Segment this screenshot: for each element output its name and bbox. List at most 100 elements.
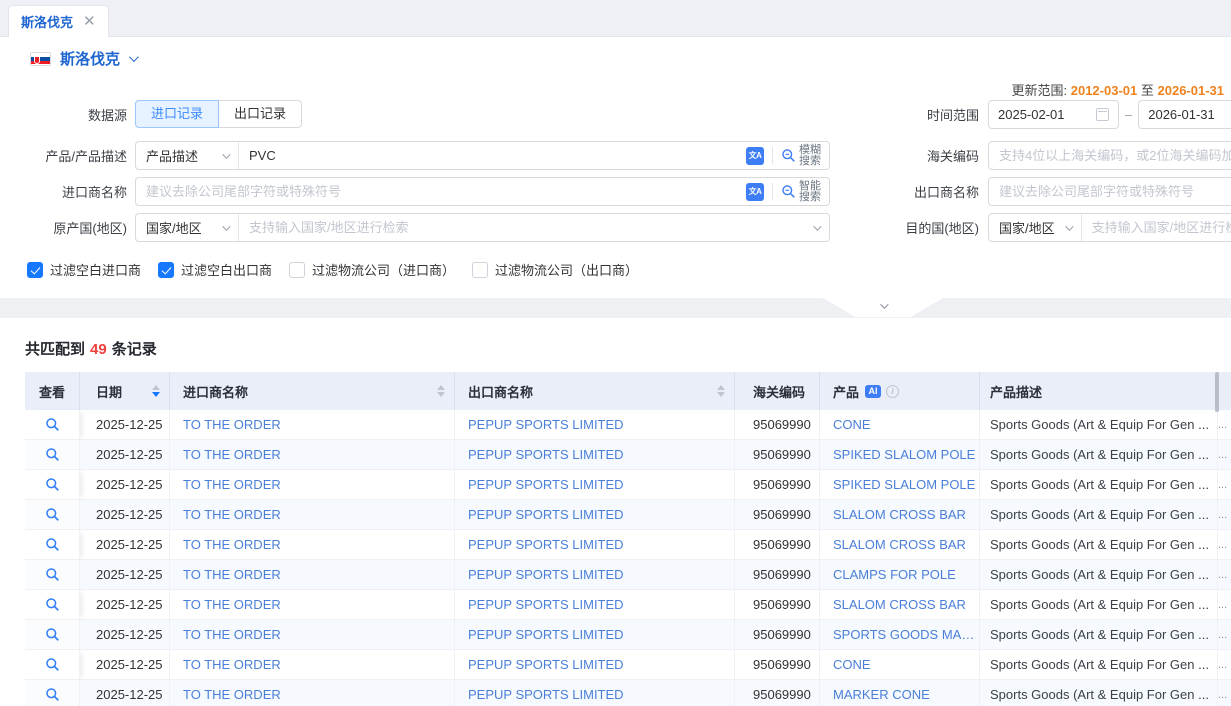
product-input[interactable]: [239, 142, 746, 169]
product-link[interactable]: CLAMPS FOR POLE: [833, 567, 956, 582]
table-row: 2025-12-25 TO THE ORDER PEPUP SPORTS LIM…: [25, 470, 1231, 500]
product-link[interactable]: SPORTS GOODS MAR...: [833, 627, 979, 642]
importer-link[interactable]: TO THE ORDER: [183, 597, 281, 612]
exporter-link[interactable]: PEPUP SPORTS LIMITED: [468, 537, 624, 552]
hs-code-input[interactable]: [988, 141, 1231, 170]
col-header-exporter[interactable]: 出口商名称: [455, 372, 735, 410]
magnifier-icon: [45, 417, 60, 432]
importer-link[interactable]: TO THE ORDER: [183, 687, 281, 702]
panel-separator: [0, 298, 1231, 318]
exporter-link[interactable]: PEPUP SPORTS LIMITED: [468, 447, 624, 462]
exporter-link[interactable]: PEPUP SPORTS LIMITED: [468, 507, 624, 522]
checkbox-icon[interactable]: [158, 262, 174, 278]
view-record-button[interactable]: [25, 620, 80, 650]
end-date-input[interactable]: 2026-01-31: [1138, 100, 1231, 129]
exporter-link[interactable]: PEPUP SPORTS LIMITED: [468, 417, 624, 432]
sort-icon[interactable]: [152, 385, 160, 397]
checkbox-icon[interactable]: [472, 262, 488, 278]
destination-country-input[interactable]: [1082, 214, 1231, 241]
exporter-link[interactable]: PEPUP SPORTS LIMITED: [468, 477, 624, 492]
update-range-end: 2026-01-31: [1158, 83, 1225, 98]
close-icon[interactable]: ✕: [83, 14, 96, 29]
result-prefix: 共匹配到: [25, 341, 85, 358]
importer-input[interactable]: [136, 178, 746, 205]
view-record-button[interactable]: [25, 650, 80, 680]
collapse-panel-button[interactable]: [823, 298, 943, 317]
product-link[interactable]: CONE: [833, 417, 871, 432]
col-header-date[interactable]: 日期: [80, 372, 170, 410]
view-record-button[interactable]: [25, 410, 80, 440]
importer-link[interactable]: TO THE ORDER: [183, 657, 281, 672]
filter-checkbox[interactable]: 过滤空白出口商: [158, 260, 272, 279]
translate-icon[interactable]: 文A: [746, 147, 764, 165]
sort-icon[interactable]: [437, 385, 445, 397]
view-record-button[interactable]: [25, 530, 80, 560]
exporter-link[interactable]: PEPUP SPORTS LIMITED: [468, 597, 624, 612]
date-cell: 2025-12-25: [80, 500, 170, 530]
app-window: 斯洛伐克 ✕ 斯洛伐克 更新范围: 2012-03-01 至 2026-01-3…: [0, 0, 1231, 706]
tab-title: 斯洛伐克: [21, 12, 73, 31]
view-record-button[interactable]: [25, 440, 80, 470]
product-link[interactable]: CONE: [833, 657, 871, 672]
overflow-cell: ...: [1218, 440, 1231, 470]
country-selector[interactable]: 斯洛伐克: [30, 48, 136, 69]
export-records-button[interactable]: 出口记录: [219, 100, 302, 128]
destination-country-select[interactable]: 国家/地区: [989, 214, 1082, 241]
exporter-link[interactable]: PEPUP SPORTS LIMITED: [468, 657, 624, 672]
smart-search-button[interactable]: 智能搜索: [781, 181, 829, 203]
exporter-link[interactable]: PEPUP SPORTS LIMITED: [468, 627, 624, 642]
checkbox-icon[interactable]: [27, 262, 43, 278]
product-link[interactable]: SLALOM CROSS BAR: [833, 537, 966, 552]
fuzzy-search-button[interactable]: 模糊搜索: [781, 145, 829, 167]
import-records-button[interactable]: 进口记录: [135, 100, 219, 128]
importer-link[interactable]: TO THE ORDER: [183, 537, 281, 552]
importer-link[interactable]: TO THE ORDER: [183, 627, 281, 642]
importer-link[interactable]: TO THE ORDER: [183, 567, 281, 582]
search-icon: [781, 148, 796, 163]
product-link[interactable]: SLALOM CROSS BAR: [833, 597, 966, 612]
magnifier-icon: [45, 477, 60, 492]
sort-icon[interactable]: [717, 385, 725, 397]
exporter-link[interactable]: PEPUP SPORTS LIMITED: [468, 687, 624, 702]
info-icon[interactable]: i: [886, 385, 899, 398]
view-record-button[interactable]: [25, 470, 80, 500]
magnifier-icon: [45, 657, 60, 672]
product-link[interactable]: SPIKED SLALOM POLE: [833, 447, 975, 462]
start-date-input[interactable]: 2025-02-01: [988, 100, 1119, 129]
col-header-product: 产品 AI i: [820, 372, 980, 410]
origin-country-select[interactable]: 国家/地区: [136, 214, 239, 241]
translate-icon[interactable]: 文A: [746, 183, 764, 201]
exporter-input[interactable]: [988, 177, 1231, 206]
checkbox-icon[interactable]: [289, 262, 305, 278]
col-header-importer[interactable]: 进口商名称: [170, 372, 455, 410]
tab-slovakia[interactable]: 斯洛伐克 ✕: [8, 5, 109, 37]
divider: [772, 147, 773, 164]
table-scrollbar[interactable]: [1215, 372, 1219, 412]
product-link[interactable]: SLALOM CROSS BAR: [833, 507, 966, 522]
importer-link[interactable]: TO THE ORDER: [183, 447, 281, 462]
importer-search-control: 文A 智能搜索: [135, 177, 830, 206]
origin-country-input[interactable]: [239, 214, 803, 241]
overflow-cell: ...: [1218, 650, 1231, 680]
end-date-value: 2026-01-31: [1148, 107, 1215, 122]
product-link[interactable]: SPIKED SLALOM POLE: [833, 477, 975, 492]
product-link[interactable]: MARKER CONE: [833, 687, 930, 702]
importer-link[interactable]: TO THE ORDER: [183, 477, 281, 492]
table-body: 2025-12-25 TO THE ORDER PEPUP SPORTS LIM…: [25, 410, 1231, 706]
filter-checkbox[interactable]: 过滤物流公司（进口商）: [289, 260, 455, 279]
overflow-cell: ...: [1218, 470, 1231, 500]
view-record-button[interactable]: [25, 500, 80, 530]
table-row: 2025-12-25 TO THE ORDER PEPUP SPORTS LIM…: [25, 440, 1231, 470]
importer-link[interactable]: TO THE ORDER: [183, 507, 281, 522]
filter-checkbox[interactable]: 过滤空白进口商: [27, 260, 141, 279]
overflow-cell: ...: [1218, 530, 1231, 560]
chevron-down-icon: [880, 300, 888, 308]
view-record-button[interactable]: [25, 680, 80, 706]
importer-link[interactable]: TO THE ORDER: [183, 417, 281, 432]
view-record-button[interactable]: [25, 560, 80, 590]
view-record-button[interactable]: [25, 590, 80, 620]
filter-checkbox[interactable]: 过滤物流公司（出口商）: [472, 260, 638, 279]
product-type-select[interactable]: 产品描述: [136, 142, 239, 169]
hscode-cell: 95069990: [735, 650, 820, 680]
exporter-link[interactable]: PEPUP SPORTS LIMITED: [468, 567, 624, 582]
